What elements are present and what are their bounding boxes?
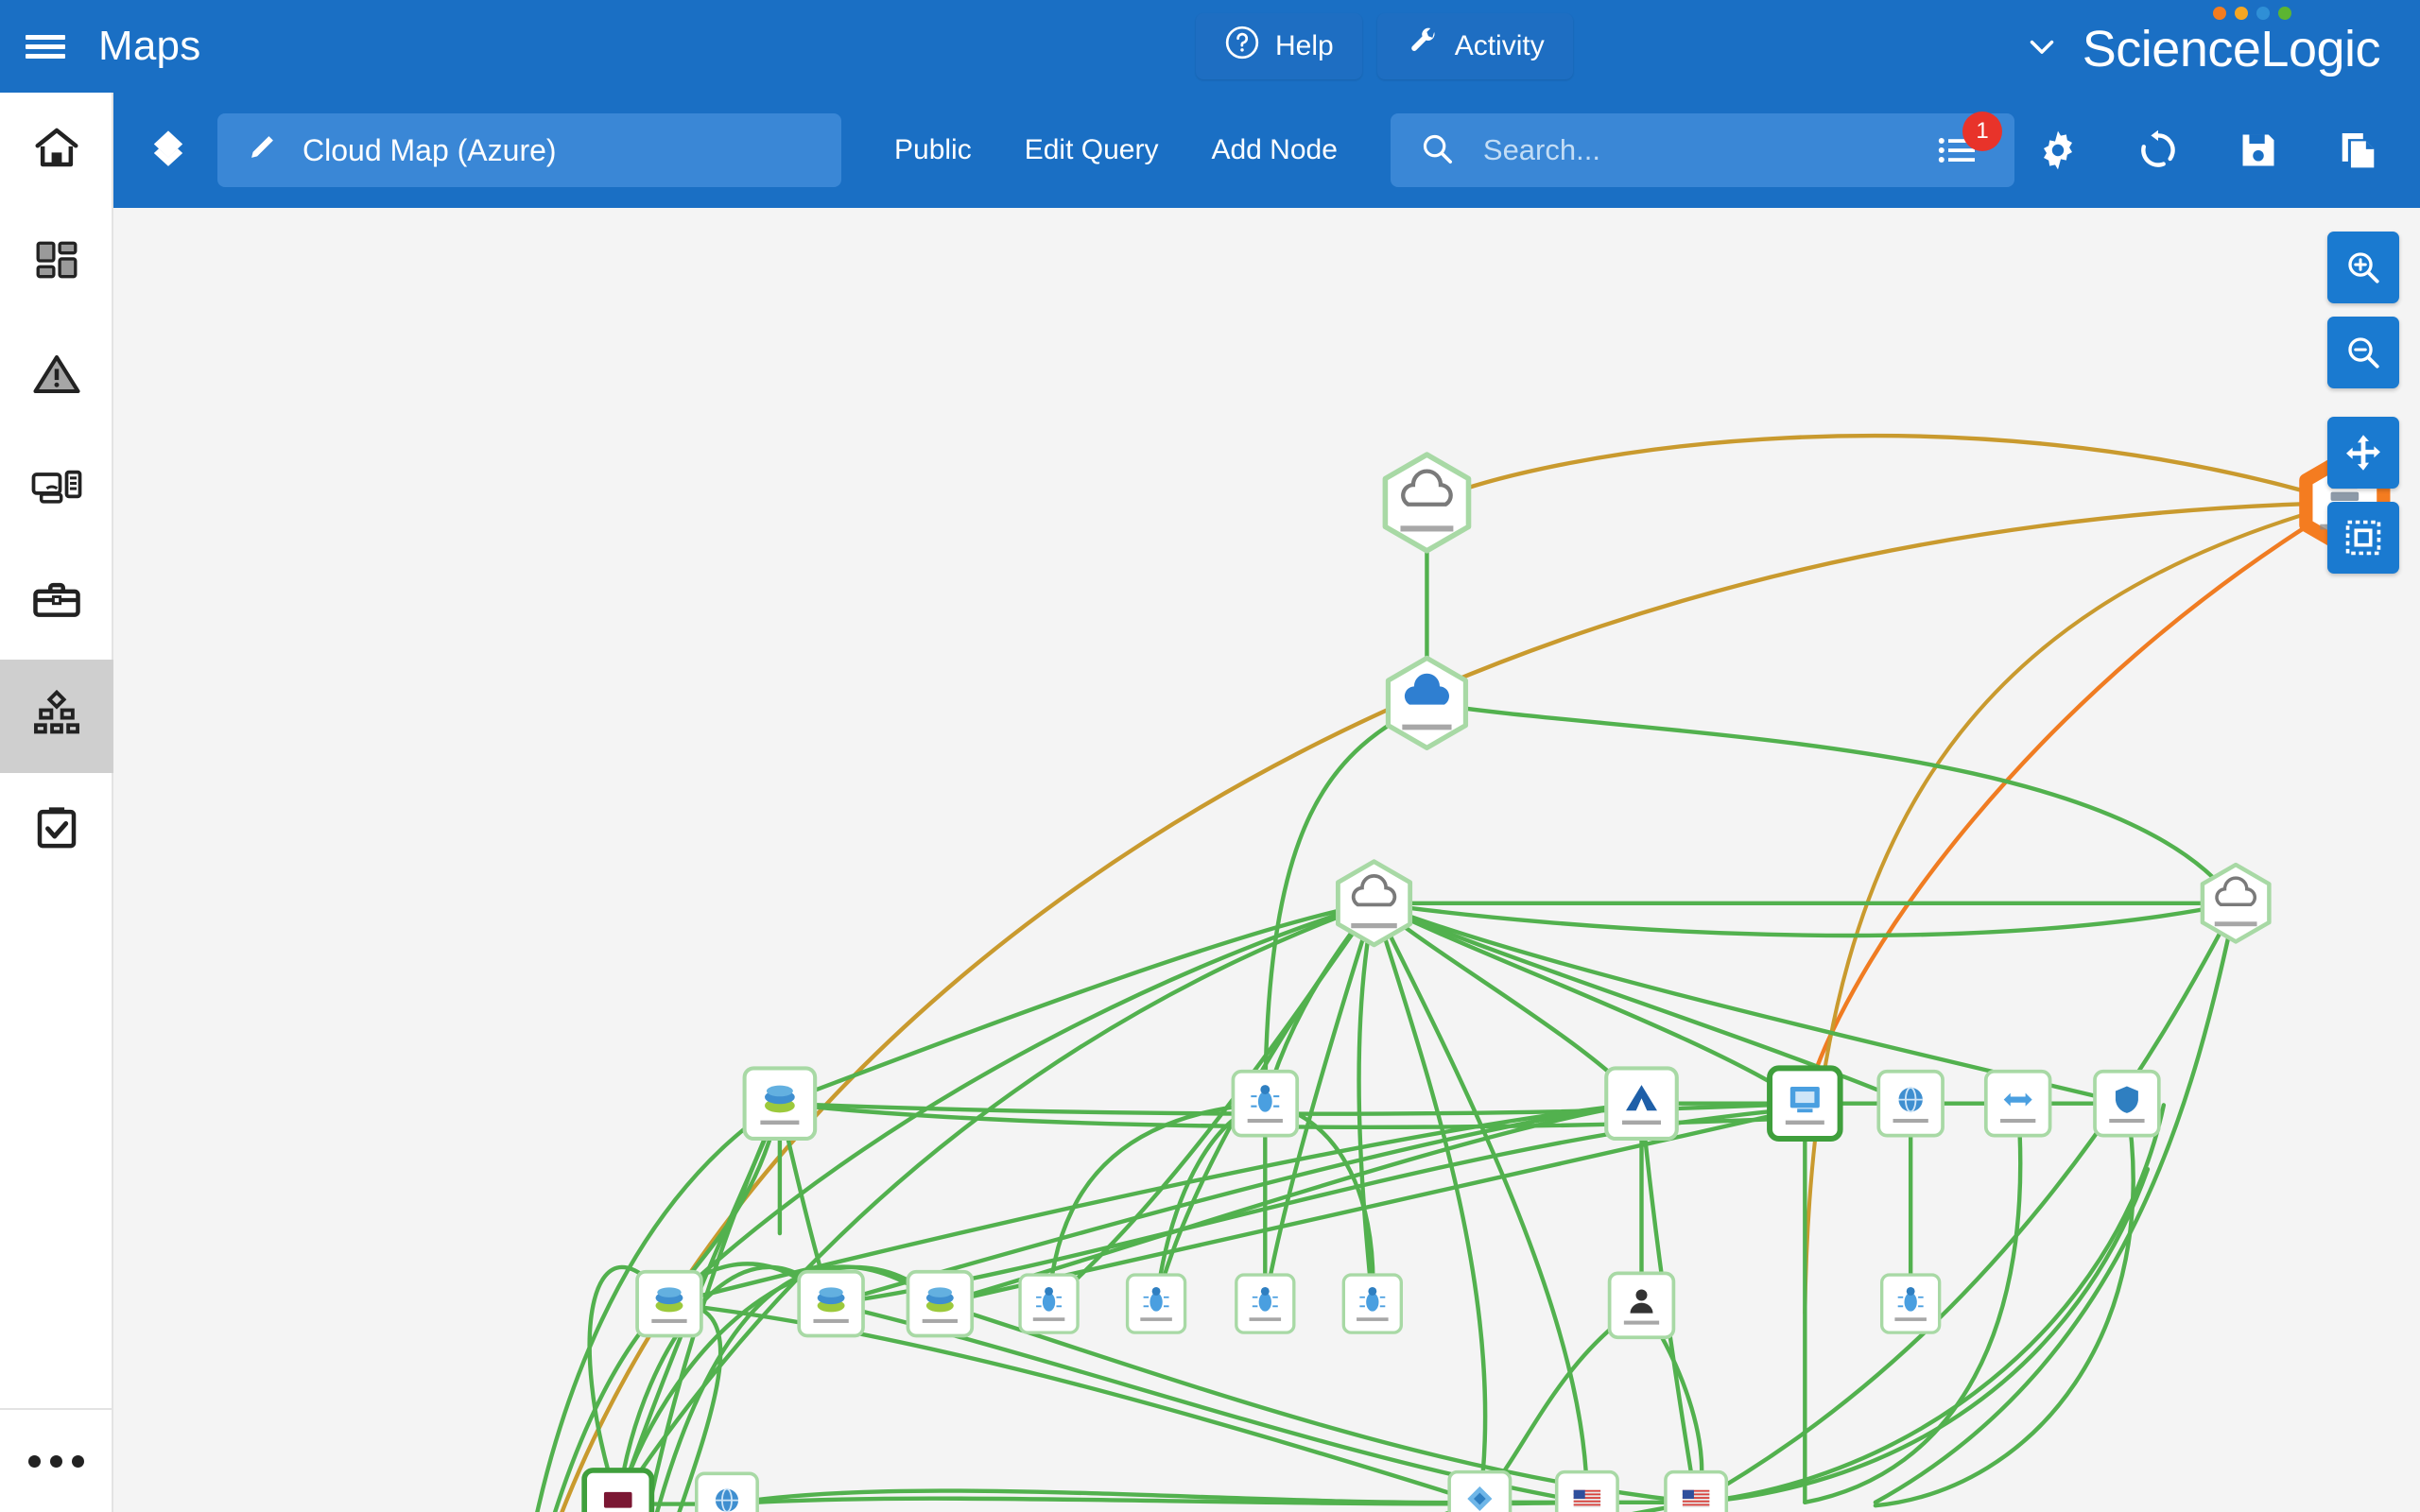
sidebar-item-events[interactable] (0, 319, 113, 433)
graph-node[interactable] (1018, 1273, 1080, 1334)
graph-node[interactable] (1664, 1469, 1729, 1512)
hamburger-icon[interactable] (0, 0, 91, 93)
help-circle-icon (1224, 25, 1260, 68)
graph-node[interactable] (906, 1269, 975, 1338)
graph-node[interactable] (1341, 1273, 1404, 1334)
graph-node[interactable] (1385, 655, 1469, 750)
page-title: Maps (98, 23, 201, 69)
graph-node[interactable] (1335, 859, 1413, 948)
sidebar-item-dashboards[interactable] (0, 206, 113, 319)
duplicate-icon[interactable] (2325, 117, 2392, 183)
zoom-in-icon[interactable] (2327, 232, 2399, 303)
graph-edges (535, 433, 2347, 1512)
sidebar-item-business-services[interactable] (0, 546, 113, 660)
graph-nodes[interactable] (478, 451, 2391, 1512)
dashboard-grid-icon (33, 237, 80, 289)
graph-node[interactable] (1607, 1271, 1676, 1340)
zoom-out-icon[interactable] (2327, 317, 2399, 388)
main-sidebar (0, 93, 113, 1512)
graph-node[interactable] (1235, 1273, 1296, 1334)
fit-to-screen-icon[interactable] (2327, 502, 2399, 574)
graph-node[interactable] (1879, 1273, 1942, 1334)
map-name-field[interactable]: Cloud Map (Azure) (217, 113, 841, 187)
sciencelogic-logo: ScienceLogic (2082, 7, 2380, 77)
graph-node[interactable] (797, 1269, 865, 1338)
graph-node[interactable] (695, 1471, 759, 1512)
header-actions: Help Activity (1196, 13, 1573, 79)
graph-node[interactable] (581, 1468, 655, 1512)
search-input[interactable] (1482, 133, 1986, 167)
add-node-link[interactable]: Add Node (1211, 134, 1337, 166)
zoom-controls (2327, 232, 2399, 574)
home-icon (31, 122, 82, 178)
activity-button-label: Activity (1454, 30, 1545, 61)
graph-node[interactable] (1983, 1069, 2052, 1138)
logo-dots (2212, 7, 2291, 20)
sidebar-item-tasks[interactable] (0, 773, 113, 886)
briefcase-icon (31, 576, 82, 631)
sidebar-item-maps[interactable] (0, 660, 113, 773)
status-badge: 1 (1962, 112, 2002, 151)
map-toolbar: Cloud Map (Azure) Public Edit Query Add … (113, 93, 2420, 208)
chevron-down-icon[interactable] (2022, 26, 2062, 66)
toolbar-links: Public Edit Query Add Node (894, 134, 1338, 166)
graph-node[interactable] (2093, 1069, 2161, 1138)
graph-node[interactable] (635, 1269, 703, 1338)
ellipsis-icon[interactable] (0, 1408, 112, 1512)
sidebar-item-devices[interactable] (0, 433, 113, 546)
graph-node[interactable] (1767, 1065, 1843, 1142)
layers-icon[interactable] (129, 111, 208, 190)
help-button[interactable]: Help (1196, 13, 1362, 79)
pan-move-icon[interactable] (2327, 417, 2399, 489)
graph-node[interactable] (1554, 1469, 1619, 1512)
app-header: Maps Help Activity ScienceLogic (0, 0, 2420, 93)
activity-button[interactable]: Activity (1376, 13, 1573, 79)
map-name-value: Cloud Map (Azure) (302, 132, 557, 167)
help-button-label: Help (1275, 30, 1334, 61)
graph-node[interactable] (1382, 452, 1472, 554)
topology-graph[interactable] (113, 208, 2420, 1512)
graph-node[interactable] (1231, 1069, 1300, 1138)
graph-node[interactable] (742, 1066, 818, 1142)
refresh-icon[interactable] (2125, 117, 2191, 183)
search-icon (1419, 130, 1455, 171)
list-icon[interactable]: 1 (1925, 112, 2002, 183)
clipboard-check-icon (31, 802, 82, 858)
brand-name-logic: Logic (2260, 21, 2380, 77)
sidebar-item-home[interactable] (0, 93, 113, 206)
pencil-icon[interactable] (244, 131, 278, 170)
brand-area: ScienceLogic (2022, 0, 2380, 93)
gear-icon[interactable] (2025, 117, 2091, 183)
public-link[interactable]: Public (894, 134, 972, 166)
brand-name-science: Science (2082, 21, 2261, 77)
map-topology-icon (31, 689, 82, 745)
edit-query-link[interactable]: Edit Query (1025, 134, 1159, 166)
search-box[interactable] (1390, 113, 2014, 187)
graph-node[interactable] (1604, 1066, 1679, 1142)
save-icon[interactable] (2225, 117, 2291, 183)
graph-node[interactable] (2200, 862, 2272, 944)
graph-node[interactable] (1125, 1273, 1187, 1334)
map-canvas[interactable] (113, 208, 2420, 1512)
graph-node[interactable] (1447, 1469, 1512, 1512)
toolbar-icon-group: 1 (1925, 93, 2392, 208)
wrench-icon (1406, 26, 1440, 67)
graph-node[interactable] (1876, 1069, 1945, 1138)
alert-triangle-icon (31, 349, 82, 404)
devices-icon (30, 461, 83, 519)
